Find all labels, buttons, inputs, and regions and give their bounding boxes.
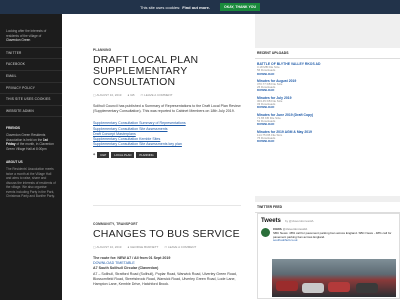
- uploads-list: BATTLE OF BLYTHE VALLEY RKOS AD 3.18 MB …: [255, 62, 400, 143]
- timeline-header: Tweets by @claverdonresidA: [258, 214, 399, 228]
- widget-heading: TWITTER FEED: [255, 202, 400, 213]
- post-body: The route for: NEW A7 / All from 01 Sept…: [93, 256, 241, 287]
- post-author[interactable]: ● GB: [127, 93, 134, 97]
- post-title[interactable]: DRAFT LOCAL PLAN SUPPLEMENTARY CONSULTAT…: [93, 55, 241, 88]
- post-author[interactable]: ● GEORGE BURNETT: [127, 245, 158, 249]
- about-text: The Residents' Association meets twice a…: [6, 166, 56, 199]
- tag[interactable]: CGP: [97, 152, 110, 159]
- menu-item-facebook[interactable]: FACEBOOK: [0, 59, 62, 71]
- car-shape: [276, 281, 298, 291]
- tag-icon: ◆: [93, 152, 96, 157]
- timeline-by[interactable]: by @claverdonresidA: [285, 219, 314, 223]
- avatar[interactable]: [261, 228, 270, 237]
- post-title[interactable]: CHANGES TO BUS SERVICE: [93, 229, 241, 240]
- menu-item-cookies[interactable]: THIS SITE USES COOKIES: [0, 94, 62, 106]
- upload-item: Minutes for August 2019 370.77 KB File S…: [257, 79, 398, 93]
- twitter-timeline[interactable]: Tweets by @claverdonresidA CGRA @claverd…: [257, 213, 400, 299]
- cookie-more-link[interactable]: Find out more.: [182, 5, 210, 10]
- car-shape: [328, 282, 350, 292]
- post-meta: ▢ AUGUST 10, 2019 ● GB ▭ LEAVE A COMMENT: [93, 93, 241, 97]
- menu-item-email[interactable]: EMAIL: [0, 71, 62, 83]
- post-divider: [93, 205, 241, 206]
- tweet-body: CGRA @claverdonresidA SBC News: 48% call…: [273, 227, 396, 243]
- friends-text-1: Claverdon Green Residents Association is…: [6, 132, 46, 142]
- download-button[interactable]: DOWNLOAD: [257, 72, 398, 76]
- menu-item-privacy-policy[interactable]: PRIVACY POLICY: [0, 83, 62, 95]
- tag[interactable]: PLANNING: [136, 152, 157, 159]
- post-tags: ◆ CGP LOCAL PLAN PLANNING: [93, 152, 241, 159]
- download-button[interactable]: DOWNLOAD: [257, 122, 398, 126]
- download-button[interactable]: DOWNLOAD: [257, 89, 398, 93]
- upload-item: Minutes for 2019 AGM & May 2019 114.75 K…: [257, 130, 398, 144]
- car-shape: [302, 283, 324, 293]
- post-comment-link[interactable]: ▭ LEAVE A COMMENT: [164, 245, 196, 249]
- post-date[interactable]: ▢ AUGUST 10, 2019: [93, 245, 121, 249]
- tag[interactable]: LOCAL PLAN: [111, 152, 135, 159]
- friends-text: Claverdon Green Residents Association is…: [0, 133, 62, 151]
- post-category[interactable]: PLANNING: [93, 48, 241, 52]
- upload-item: Minutes for July 2019 303.45 KB File Siz…: [257, 96, 398, 110]
- post-link[interactable]: Supplementary Consultation Site Assessme…: [93, 142, 241, 147]
- cookie-accept-button[interactable]: OKAY, THANK YOU: [219, 3, 261, 11]
- service-route: A7 – Solihull, Stratford Road (Solihull)…: [93, 271, 237, 287]
- cookie-text: This site uses cookies:: [139, 4, 181, 10]
- menu-item-twitter[interactable]: TWITTER: [0, 48, 62, 60]
- post-body: Solihull Council has published a Summary…: [93, 104, 241, 114]
- car-shape: [356, 283, 378, 293]
- post-links: Supplementary Consultation Summary of Re…: [93, 121, 241, 147]
- right-sidebar: RECENT UPLOADS BATTLE OF BLYTHE VALLEY R…: [255, 0, 400, 300]
- download-button[interactable]: DOWNLOAD: [257, 106, 398, 110]
- tweet-link[interactable]: southsolihull.co.uk: [273, 239, 396, 243]
- twitter-widget: TWITTER FEED Tweets by @claverdonresidA …: [255, 202, 400, 300]
- upload-item: Minutes for June 2019 (Draft Copy) 71.65…: [257, 113, 398, 127]
- tweet-image[interactable]: [272, 259, 396, 297]
- widget-heading: RECENT UPLOADS: [255, 48, 400, 59]
- about-heading: ABOUT US: [6, 160, 23, 165]
- upload-item: BATTLE OF BLYTHE VALLEY RKOS AD 3.18 MB …: [257, 62, 398, 76]
- intro-village-link[interactable]: Claverdon Green: [6, 38, 56, 43]
- main-content: PLANNING DRAFT LOCAL PLAN SUPPLEMENTARY …: [62, 0, 255, 300]
- left-sidebar: Looking after the interests of residents…: [0, 0, 62, 300]
- sidebar-menu: TWITTER FACEBOOK EMAIL PRIVACY POLICY TH…: [0, 46, 62, 118]
- timeline-title: Tweets: [261, 218, 281, 224]
- post-date[interactable]: ▢ AUGUST 10, 2019: [93, 93, 121, 97]
- menu-item-website-admin[interactable]: WEBSITE ADMIN: [0, 106, 62, 118]
- post-local-plan: PLANNING DRAFT LOCAL PLAN SUPPLEMENTARY …: [93, 48, 241, 159]
- post-category[interactable]: COMMUNITY, TRANSPORT: [93, 222, 241, 226]
- cookie-bar: This site uses cookies: Find out more. O…: [0, 0, 400, 14]
- post-comment-link[interactable]: ▭ LEAVE A COMMENT: [140, 93, 172, 97]
- tweet[interactable]: CGRA @claverdonresidA SBC News: 48% call…: [258, 227, 399, 243]
- post-meta: ▢ AUGUST 10, 2019 ● GEORGE BURNETT ▭ LEA…: [93, 245, 241, 249]
- recent-uploads-widget: RECENT UPLOADS BATTLE OF BLYTHE VALLEY R…: [255, 48, 400, 196]
- download-button[interactable]: DOWNLOAD: [257, 139, 398, 143]
- post-bus-service: COMMUNITY, TRANSPORT CHANGES TO BUS SERV…: [93, 222, 241, 287]
- friends-heading: FRIENDS: [6, 126, 20, 131]
